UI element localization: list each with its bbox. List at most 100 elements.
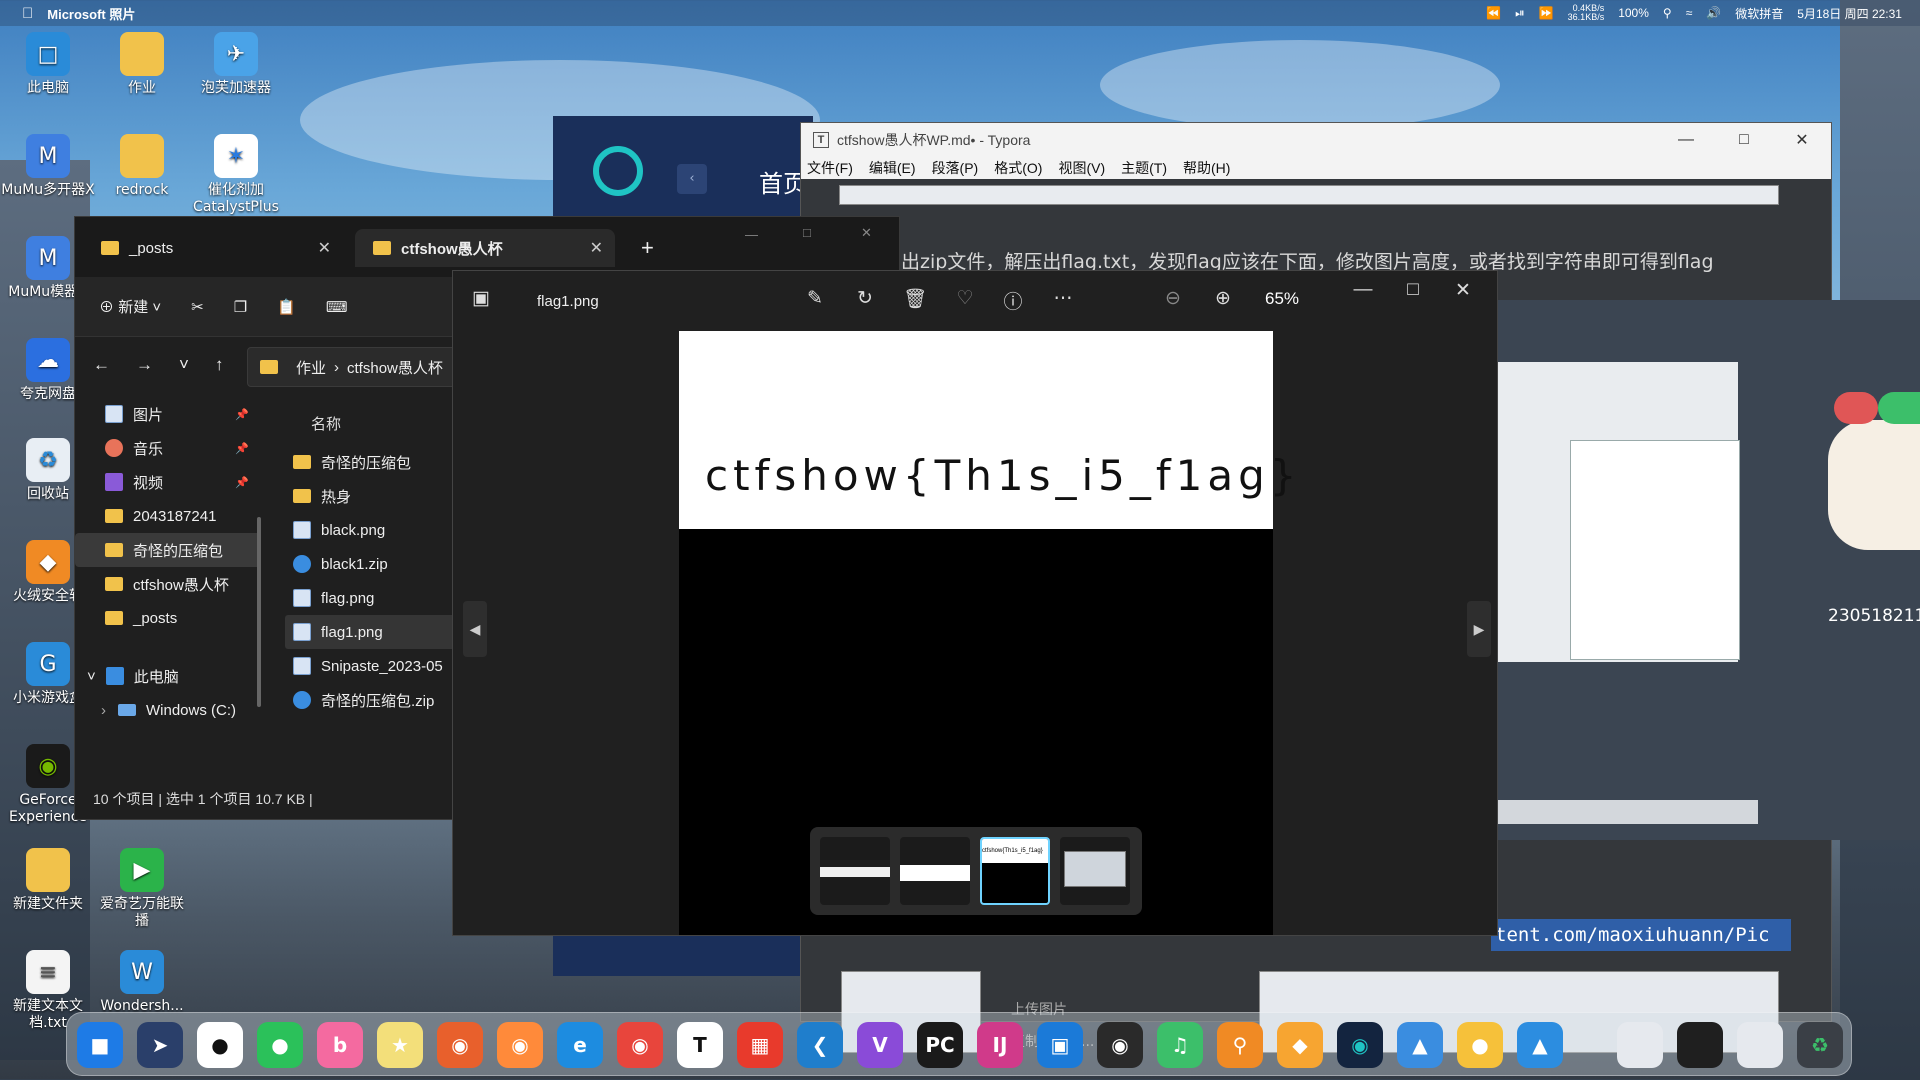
- wifi-icon[interactable]: ≈: [1686, 6, 1693, 20]
- edit-image-icon[interactable]: ✎: [801, 287, 829, 310]
- delete-icon[interactable]: 🗑: [901, 287, 929, 311]
- window-close-icon[interactable]: ✕: [861, 225, 872, 241]
- close-tab-icon[interactable]: ✕: [590, 238, 603, 258]
- virtualbox-dock-icon[interactable]: ▣: [1037, 1022, 1083, 1068]
- filmstrip-thumbnail-selected[interactable]: ctfshow{Th1s_i5_f1ag}: [980, 837, 1050, 905]
- qq-dock-icon[interactable]: ●: [197, 1022, 243, 1068]
- nav-item-posts[interactable]: _posts: [75, 601, 261, 635]
- more-options-icon[interactable]: ⋯: [1049, 287, 1077, 310]
- vertical-scrollbar[interactable]: [257, 517, 261, 707]
- gallery-icon[interactable]: ▣: [467, 287, 495, 310]
- zoom-level[interactable]: 65%: [1265, 289, 1299, 309]
- app-dock-icon[interactable]: ▲: [1397, 1022, 1443, 1068]
- info-icon[interactable]: ⓘ: [999, 287, 1027, 314]
- back-arrow-icon[interactable]: ←: [93, 355, 110, 375]
- search-icon[interactable]: ⚲: [1663, 6, 1672, 20]
- firefox-dock-icon[interactable]: ◉: [437, 1022, 483, 1068]
- desktop-icon-redrock[interactable]: redrock: [94, 134, 190, 199]
- rewind-icon[interactable]: ⏪: [1486, 6, 1501, 20]
- desktop-icon-catalyst[interactable]: ✶ 催化剂加 CatalystPlus: [188, 134, 284, 216]
- menu-view[interactable]: 视图(V): [1058, 158, 1105, 178]
- nav-item-ctfshow[interactable]: ctfshow愚人杯: [75, 567, 261, 601]
- rename-icon[interactable]: ⌨: [326, 298, 348, 316]
- green-button[interactable]: [1878, 392, 1920, 424]
- active-app-name[interactable]: Microsoft 照片: [47, 4, 135, 23]
- column-header-name[interactable]: 名称: [311, 413, 341, 434]
- desktop-icon-homework[interactable]: 作业: [94, 32, 190, 97]
- shield-dock-icon[interactable]: ◆: [1277, 1022, 1323, 1068]
- forward-icon[interactable]: ⏩: [1539, 6, 1554, 20]
- menu-theme[interactable]: 主题(T): [1121, 158, 1167, 178]
- nav-item-this-pc[interactable]: ˅ 此电脑: [75, 659, 261, 693]
- menu-edit[interactable]: 编辑(E): [869, 158, 916, 178]
- menu-file[interactable]: 文件(F): [807, 158, 853, 178]
- ime-indicator[interactable]: 微软拼音: [1735, 5, 1783, 22]
- desktop-icon-iqiyi[interactable]: ▶ 爱奇艺万能联播: [94, 848, 190, 930]
- typora-dock-icon[interactable]: T: [677, 1022, 723, 1068]
- previous-image-button[interactable]: ◀: [463, 601, 487, 657]
- duck-dock-icon[interactable]: ●: [1457, 1022, 1503, 1068]
- tiles-dock-icon[interactable]: ▦: [737, 1022, 783, 1068]
- breadcrumb-homework[interactable]: 作业: [296, 357, 326, 378]
- clock[interactable]: 5月18日 周四 22:31: [1797, 5, 1902, 22]
- tab-posts[interactable]: _posts ✕: [83, 229, 343, 267]
- filmstrip-thumbnail[interactable]: [900, 837, 970, 905]
- recent-window-thumb[interactable]: [1617, 1022, 1663, 1068]
- close-icon[interactable]: ✕: [1449, 279, 1477, 302]
- pycharm-dock-icon[interactable]: PC: [917, 1022, 963, 1068]
- close-tab-icon[interactable]: ✕: [318, 238, 331, 258]
- nav-item-2043187241[interactable]: 2043187241: [75, 499, 261, 533]
- minimize-icon[interactable]: —: [1349, 279, 1377, 301]
- teal-app-dock-icon[interactable]: ◉: [1337, 1022, 1383, 1068]
- breadcrumb-ctfshow[interactable]: ctfshow愚人杯: [347, 357, 443, 378]
- firefox-alt-dock-icon[interactable]: ◉: [497, 1022, 543, 1068]
- desktop-icon-accelerator[interactable]: ✈ 泡芙加速器: [188, 32, 284, 97]
- vscode-dock-icon[interactable]: ❮: [797, 1022, 843, 1068]
- chrome-dock-icon[interactable]: ◉: [617, 1022, 663, 1068]
- tab-ctfshow[interactable]: ctfshow愚人杯 ✕: [355, 229, 615, 267]
- bilibili-dock-icon[interactable]: b: [317, 1022, 363, 1068]
- new-button[interactable]: ⊕ 新建 ˅: [99, 296, 161, 317]
- chevron-down-icon[interactable]: ˅: [179, 355, 189, 375]
- menu-format[interactable]: 格式(O): [994, 158, 1042, 178]
- zoom-out-icon[interactable]: ⊖: [1159, 287, 1187, 310]
- menu-paragraph[interactable]: 段落(P): [932, 158, 979, 178]
- filmstrip-thumbnail[interactable]: [820, 837, 890, 905]
- new-tab-button[interactable]: +: [641, 235, 654, 261]
- xcode-dock-icon[interactable]: ▲: [1517, 1022, 1563, 1068]
- nav-item-music[interactable]: 音乐 📌: [75, 431, 261, 465]
- desktop-icon-mumu[interactable]: M MuMu多开器X: [0, 134, 96, 199]
- apple-icon[interactable]: : [22, 5, 33, 22]
- wechat-dock-icon[interactable]: ●: [257, 1022, 303, 1068]
- finder-dock-icon[interactable]: ■: [77, 1022, 123, 1068]
- rotate-icon[interactable]: ↻: [851, 287, 879, 310]
- chevron-right-icon[interactable]: ›: [101, 702, 106, 719]
- window-maximize-icon[interactable]: □: [803, 225, 811, 240]
- maximize-icon[interactable]: □: [1715, 123, 1773, 157]
- nav-item-weird-zip[interactable]: 奇怪的压缩包: [75, 533, 261, 567]
- favorite-heart-icon[interactable]: ♡: [951, 287, 979, 310]
- volume-icon[interactable]: 🔊: [1706, 6, 1721, 20]
- close-icon[interactable]: ✕: [1773, 123, 1831, 157]
- desktop-icon-new-folder[interactable]: 新建文件夹: [0, 848, 96, 913]
- up-arrow-icon[interactable]: ↑: [215, 355, 224, 375]
- recent-window-thumb[interactable]: [1677, 1022, 1723, 1068]
- zoom-in-icon[interactable]: ⊕: [1209, 287, 1237, 310]
- cut-icon[interactable]: ✂: [191, 298, 204, 316]
- star-dock-icon[interactable]: ★: [377, 1022, 423, 1068]
- play-pause-icon[interactable]: ⏯: [1515, 6, 1525, 21]
- back-button[interactable]: ‹: [677, 164, 707, 194]
- nav-item-videos[interactable]: 视频 📌: [75, 465, 261, 499]
- red-button[interactable]: [1834, 392, 1878, 424]
- desktop-icon-this-pc[interactable]: □ 此电脑: [0, 32, 96, 97]
- next-image-button[interactable]: ▶: [1467, 601, 1491, 657]
- maximize-icon[interactable]: □: [1399, 279, 1427, 301]
- minimize-icon[interactable]: —: [1657, 123, 1715, 157]
- forward-arrow-icon[interactable]: →: [136, 355, 153, 375]
- desktop-icon-wondershare[interactable]: W Wondersh...: [94, 950, 190, 1015]
- edge-dock-icon[interactable]: e: [557, 1022, 603, 1068]
- launchpad-dock-icon[interactable]: ➤: [137, 1022, 183, 1068]
- intellij-dock-icon[interactable]: IJ: [977, 1022, 1023, 1068]
- obs-dock-icon[interactable]: ◉: [1097, 1022, 1143, 1068]
- paste-icon[interactable]: 📋: [277, 298, 296, 316]
